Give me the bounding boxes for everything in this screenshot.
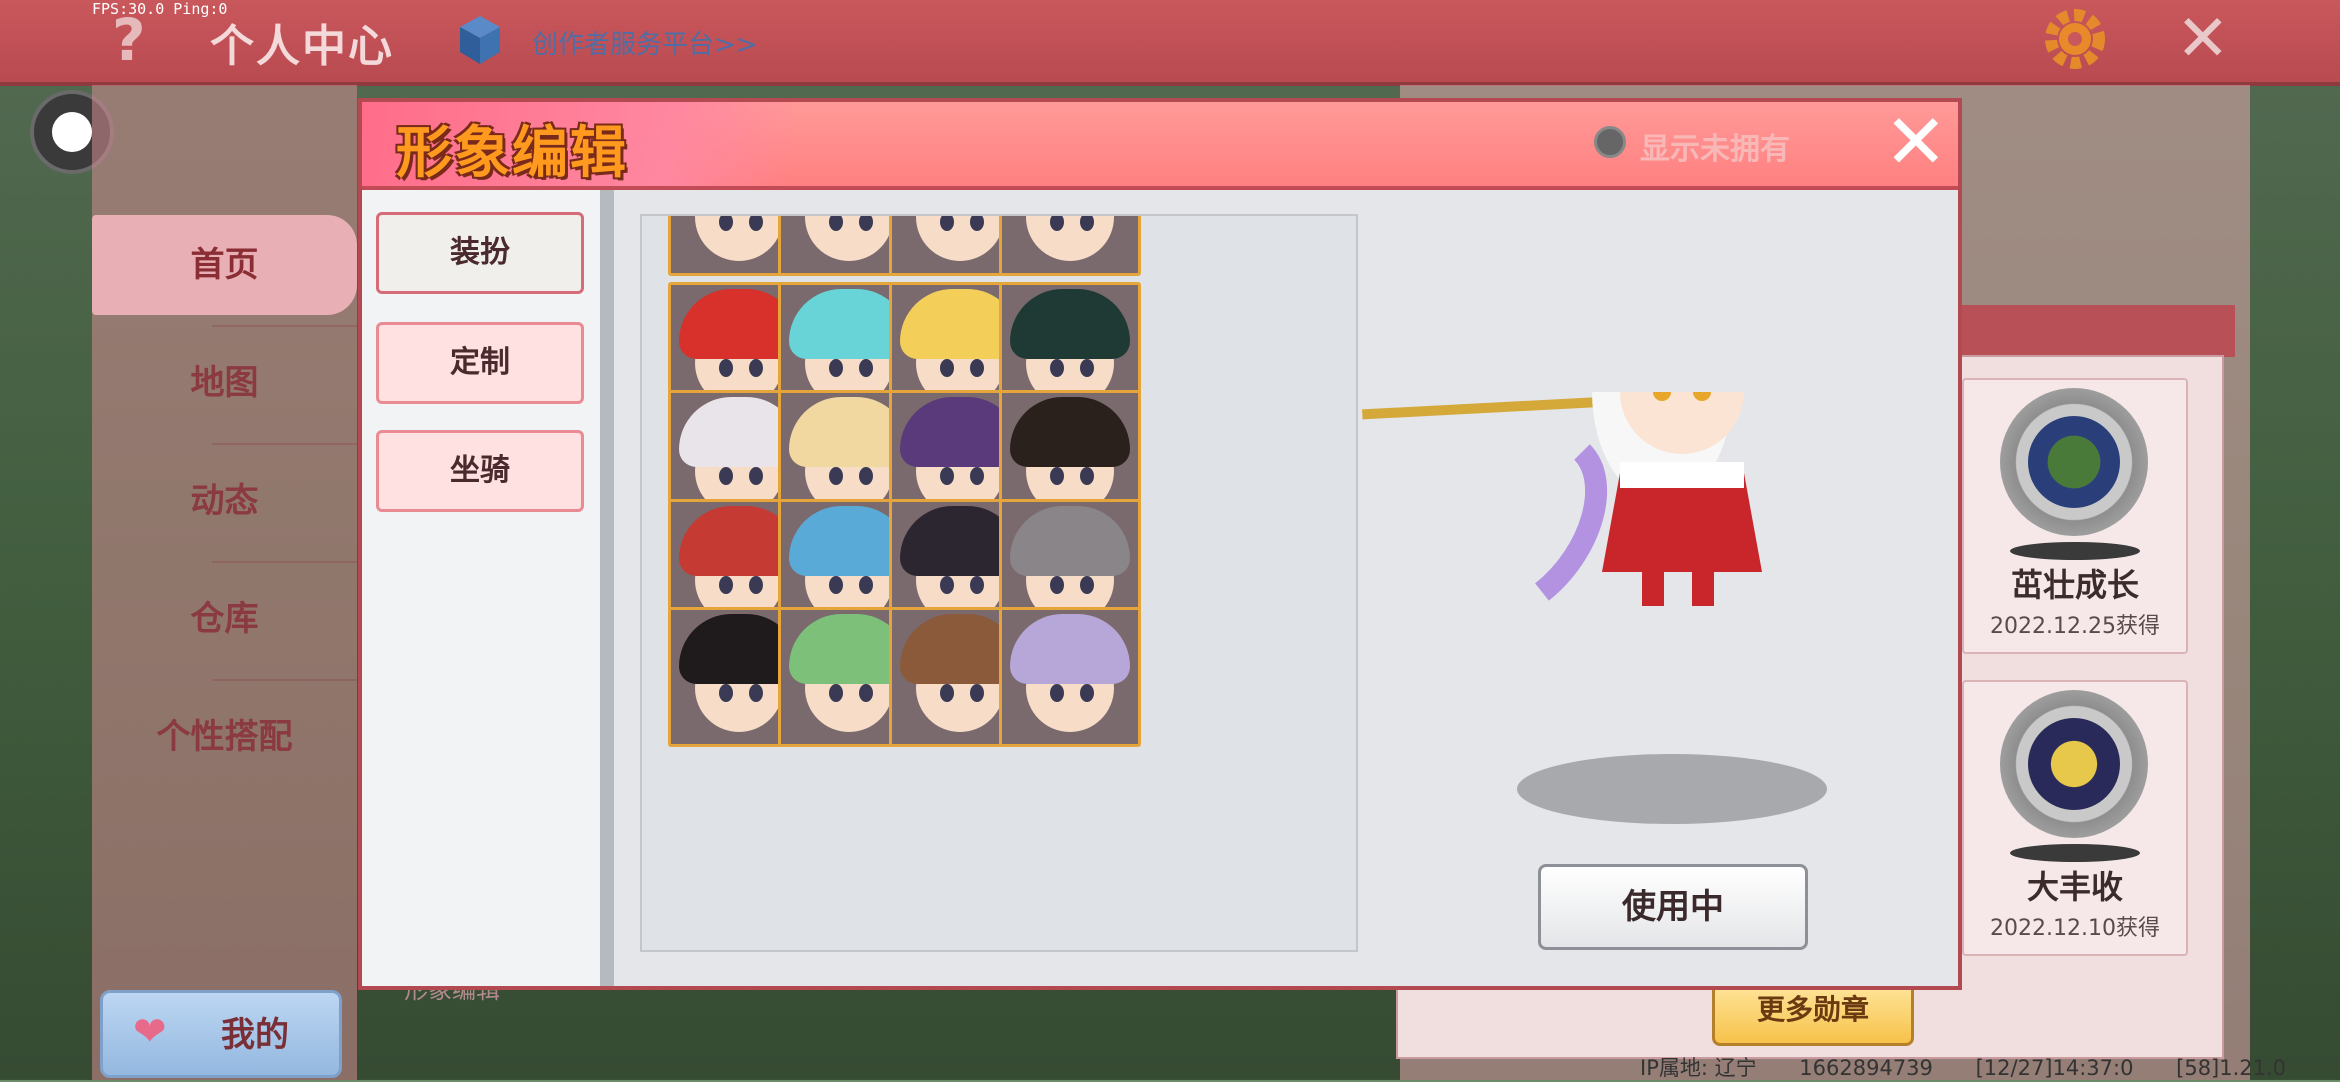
- user-id: 1662894739: [1799, 1056, 1933, 1080]
- avatar-eye: [719, 576, 733, 594]
- avatar-hair: [1010, 289, 1130, 359]
- mine-label: 我的: [221, 1015, 289, 1055]
- sidebar-item-outfit[interactable]: 个性搭配: [92, 687, 357, 787]
- avatar-grid: [640, 214, 1358, 952]
- avatar-eye: [829, 359, 843, 377]
- avatar-eye: [749, 684, 763, 702]
- mine-button[interactable]: ❤ 我的: [100, 990, 342, 1078]
- avatar-eye: [829, 684, 843, 702]
- avatar-option[interactable]: [999, 216, 1141, 276]
- avatar-eye: [1080, 216, 1094, 231]
- show-unowned-label: 显示未拥有: [1640, 132, 1790, 167]
- sidebar-item-map[interactable]: 地图: [92, 333, 357, 433]
- avatar-eye: [940, 216, 954, 231]
- bottom-status: IP属地: 辽宁 1662894739 [12/27]14:37:0 [58]1…: [1640, 1052, 2322, 1082]
- timestamp: [12/27]14:37:0: [1975, 1056, 2134, 1080]
- avatar-eye: [1050, 359, 1064, 377]
- avatar-hair: [1010, 506, 1130, 576]
- avatar-eye: [859, 359, 873, 377]
- tab-column: 装扮 定制 坐骑: [362, 190, 600, 986]
- help-button[interactable]: ?: [112, 6, 146, 74]
- avatar-eye: [829, 216, 843, 231]
- tab-customize[interactable]: 定制: [376, 322, 584, 404]
- avatar-face: [695, 216, 783, 261]
- avatar-eye: [829, 467, 843, 485]
- tab-dress-up[interactable]: 装扮: [376, 212, 584, 294]
- avatar-eye: [719, 216, 733, 231]
- creator-platform-link[interactable]: 创作者服务平台>>: [532, 24, 758, 61]
- sidebar: 首页 地图 动态 仓库 个性搭配: [92, 85, 412, 1080]
- avatar-eye: [970, 576, 984, 594]
- avatar-eye: [749, 216, 763, 231]
- ip-location: IP属地: 辽宁: [1640, 1056, 1757, 1080]
- avatar-option[interactable]: [999, 607, 1141, 747]
- avatar-eye: [1080, 684, 1094, 702]
- avatar-hair: [1010, 397, 1130, 467]
- cube-icon[interactable]: [458, 14, 502, 66]
- avatar-eye: [970, 216, 984, 231]
- avatar-face: [1026, 216, 1114, 261]
- in-use-button[interactable]: 使用中: [1538, 864, 1808, 950]
- avatar-eye: [1050, 684, 1064, 702]
- medal-name: 大丰收: [2026, 868, 2123, 906]
- avatar-eye: [719, 359, 733, 377]
- sidebar-item-home[interactable]: 首页: [92, 215, 357, 315]
- dialog-title: 形象编辑: [396, 121, 628, 186]
- avatar-eye: [1050, 467, 1064, 485]
- sidebar-item-feed[interactable]: 动态: [92, 451, 357, 551]
- avatar-eye: [940, 684, 954, 702]
- avatar-eye: [749, 359, 763, 377]
- avatar-eye: [940, 359, 954, 377]
- avatar-eye: [940, 576, 954, 594]
- avatar-eye: [859, 684, 873, 702]
- avatar-eye: [970, 684, 984, 702]
- avatar-eye: [1080, 359, 1094, 377]
- character-model-icon: [1362, 392, 1762, 606]
- medal-badge-icon: [2000, 388, 2148, 536]
- radio-icon[interactable]: [1594, 126, 1626, 158]
- medal-name: 茁壮成长: [2010, 566, 2139, 604]
- avatar-eye: [859, 216, 873, 231]
- avatar-eye: [970, 467, 984, 485]
- tab-divider: [600, 190, 614, 986]
- top-bar: FPS:30.0 Ping:0 ? 个人中心 创作者服务平台>> ✕: [0, 0, 2340, 86]
- avatar-eye: [1080, 576, 1094, 594]
- sidebar-item-storage[interactable]: 仓库: [92, 569, 357, 669]
- tab-mount[interactable]: 坐骑: [376, 430, 584, 512]
- avatar-eye: [859, 576, 873, 594]
- close-icon[interactable]: ✕: [1884, 100, 1948, 184]
- gear-icon[interactable]: [2040, 4, 2110, 74]
- heart-icon: ❤: [133, 1009, 167, 1055]
- avatar-eye: [719, 684, 733, 702]
- page-title: 个人中心: [210, 21, 394, 72]
- dialog-header: 形象编辑 显示未拥有 ✕: [362, 100, 1958, 190]
- avatar-eye: [859, 467, 873, 485]
- avatar-face: [916, 216, 1004, 261]
- avatar-eye: [749, 467, 763, 485]
- avatar-edit-dialog: 形象编辑 显示未拥有 ✕ 装扮 定制 坐骑 使用中: [358, 98, 1962, 990]
- avatar-eye: [749, 576, 763, 594]
- avatar-eye: [1050, 576, 1064, 594]
- avatar-eye: [940, 467, 954, 485]
- avatar-eye: [1050, 216, 1064, 231]
- medal-badge-icon: [2000, 690, 2148, 838]
- medal-date: 2022.12.10获得: [1990, 916, 2160, 941]
- avatar-eye: [1080, 467, 1094, 485]
- avatar-eye: [970, 359, 984, 377]
- character-preview: [1362, 392, 1882, 912]
- avatar-face: [805, 216, 893, 261]
- close-icon[interactable]: ✕: [2176, 4, 2230, 74]
- avatar-eye: [719, 467, 733, 485]
- medal-date: 2022.12.25获得: [1990, 614, 2160, 639]
- avatar-hair: [1010, 614, 1130, 684]
- medal-card[interactable]: 大丰收 2022.12.10获得: [1962, 680, 2188, 956]
- medal-card[interactable]: 茁壮成长 2022.12.25获得: [1962, 378, 2188, 654]
- avatar-eye: [829, 576, 843, 594]
- version: [58]1.21.0: [2176, 1056, 2287, 1080]
